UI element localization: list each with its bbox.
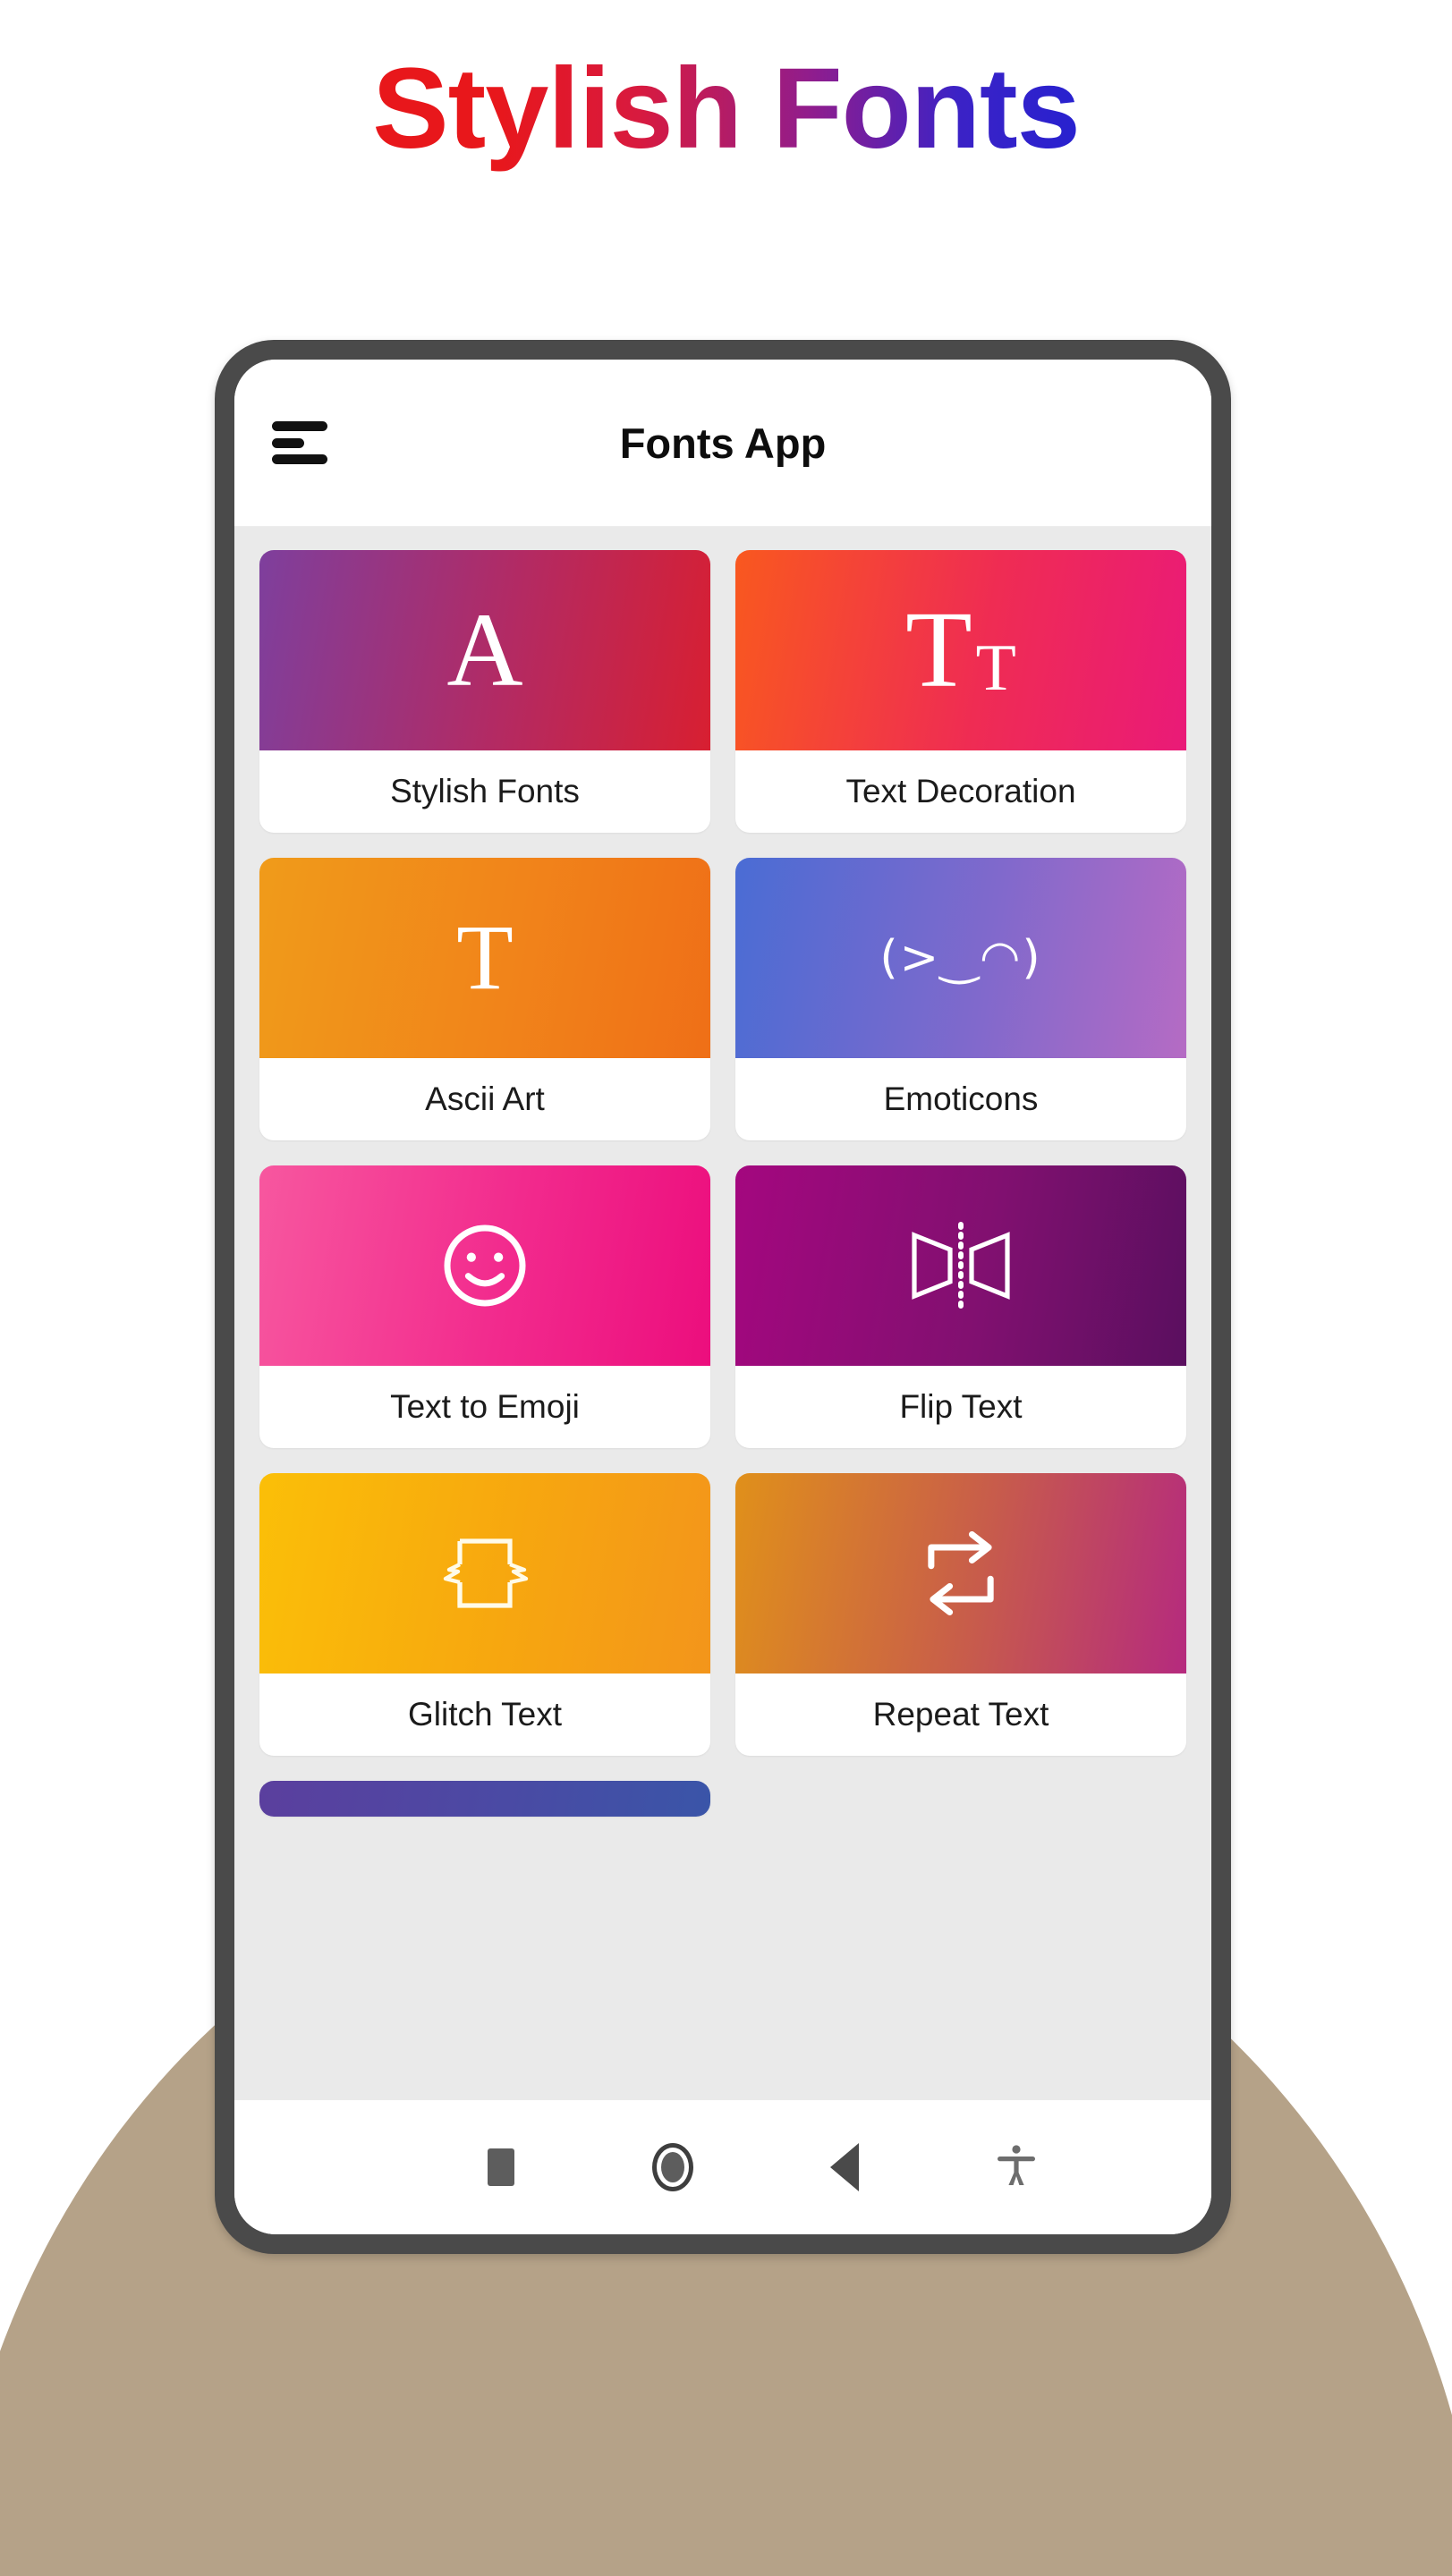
feature-grid[interactable]: A Stylish Fonts TT Text Decoration T Asc… [234,527,1211,2100]
serif-letter-a-icon: A [446,591,523,708]
square-icon [488,2148,514,2186]
tile-art: A [259,550,710,750]
tile-flip-text[interactable]: Flip Text [735,1165,1186,1448]
tile-art [259,1781,710,1817]
tile-art [735,1165,1186,1366]
kaomoji-face-icon: (>‿◠) [879,931,1042,985]
glitch-square-icon [443,1538,529,1608]
app-bar: Fonts App [234,360,1211,527]
tile-label: Stylish Fonts [390,773,580,809]
tile-label: Text Decoration [845,773,1076,809]
tile-art [259,1473,710,1674]
flip-horizontal-icon [912,1222,1010,1309]
phone-screen: Fonts App A Stylish Fonts TT Text Decora… [234,360,1211,2234]
tile-repeat-text[interactable]: Repeat Text [735,1473,1186,1756]
nav-back-button[interactable] [811,2134,878,2200]
triangle-left-icon [830,2143,859,2191]
tile-emoticons[interactable]: (>‿◠) Emoticons [735,858,1186,1140]
tile-label: Emoticons [883,1080,1039,1117]
repeat-arrows-icon [928,1530,994,1616]
phone-mockup: Fonts App A Stylish Fonts TT Text Decora… [215,340,1231,2254]
android-nav-bar [234,2100,1211,2234]
tile-art: (>‿◠) [735,858,1186,1058]
tile-ascii-art[interactable]: T Ascii Art [259,858,710,1140]
page-title: Stylish Fonts [0,43,1452,174]
tile-label: Text to Emoji [390,1388,580,1425]
double-t-text-icon: TT [905,589,1016,711]
tile-glitch-text[interactable]: Glitch Text [259,1473,710,1756]
tile-art [735,1473,1186,1674]
letter-t-icon: T [456,906,514,1009]
tile-text-decoration[interactable]: TT Text Decoration [735,550,1186,833]
tile-label: Ascii Art [425,1080,545,1117]
nav-recents-button[interactable] [468,2134,534,2200]
tile-art: TT [735,550,1186,750]
app-bar-title: Fonts App [619,419,827,467]
tile-label: Repeat Text [872,1696,1049,1733]
smiley-face-icon [444,1224,526,1307]
tile-text-to-emoji[interactable]: Text to Emoji [259,1165,710,1448]
tile-art: T [259,858,710,1058]
tile-label: Flip Text [899,1388,1023,1425]
nav-accessibility-button[interactable] [983,2134,1049,2200]
tile-partial-next[interactable] [259,1781,710,1817]
accessibility-person-icon [998,2145,1035,2185]
screenshot-root: Stylish Fonts Fonts App A Stylish Fonts … [0,0,1452,2576]
nav-home-button[interactable] [640,2134,706,2200]
grid-spacer [735,1781,1186,1817]
hamburger-menu-icon[interactable] [272,421,327,464]
tile-stylish-fonts[interactable]: A Stylish Fonts [259,550,710,833]
tile-label: Glitch Text [407,1696,563,1733]
circle-icon [652,2143,693,2191]
tile-art [259,1165,710,1366]
